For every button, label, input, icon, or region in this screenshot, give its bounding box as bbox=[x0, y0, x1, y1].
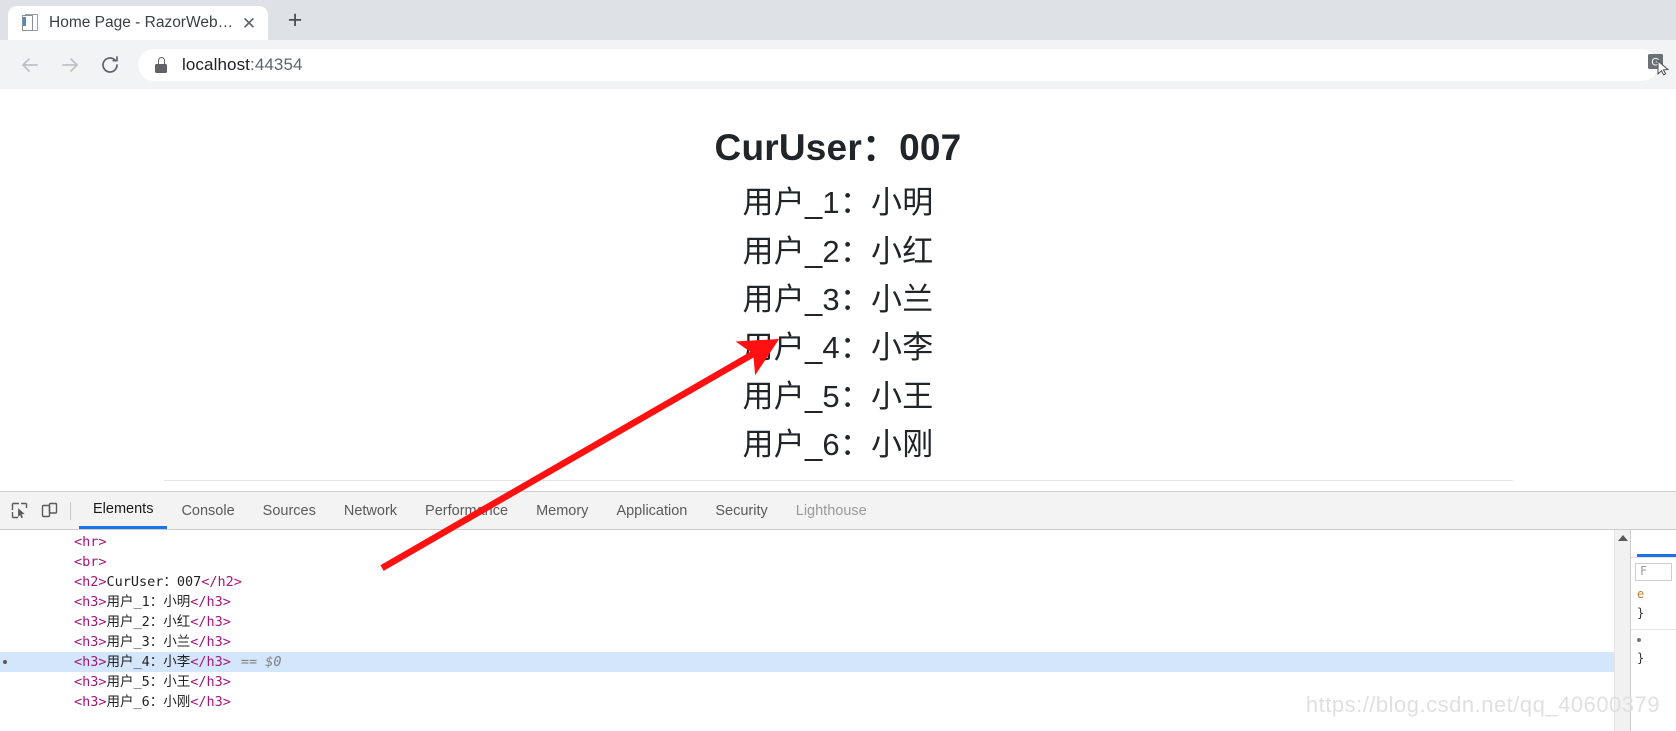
tab-security[interactable]: Security bbox=[701, 492, 781, 529]
browser-window: Home Page - RazorWebApp ✕ + localhost:44… bbox=[0, 0, 1676, 491]
dom-open-tag: <h3> bbox=[74, 594, 107, 610]
dom-close-tag: </h3> bbox=[190, 694, 231, 710]
watermark: https://blog.csdn.net/qq_40600379 bbox=[1305, 692, 1660, 717]
styles-line-4: } bbox=[1637, 651, 1645, 665]
dom-close-tag: </h3> bbox=[190, 654, 231, 670]
tab-console[interactable]: Console bbox=[167, 492, 248, 529]
dom-close-tag: </h3> bbox=[190, 634, 231, 650]
content-divider bbox=[163, 480, 1513, 482]
device-toolbar-icon[interactable] bbox=[34, 496, 64, 526]
user-line-3: 用户_3：小兰 bbox=[742, 281, 934, 317]
toolbar-divider bbox=[70, 501, 71, 520]
reload-icon[interactable] bbox=[90, 45, 130, 85]
dom-row[interactable]: <h3>用户_1：小明</h3> bbox=[0, 592, 1614, 612]
dom-row[interactable]: <h3>用户_3：小兰</h3> bbox=[0, 632, 1614, 652]
user-line-2: 用户_2：小红 bbox=[742, 233, 934, 269]
user-line-4: 用户_4：小李 bbox=[742, 330, 934, 366]
dom-text-node: 用户_5：小王 bbox=[106, 674, 191, 690]
url-port: :44354 bbox=[250, 54, 303, 74]
browser-tab[interactable]: Home Page - RazorWebApp ✕ bbox=[8, 6, 268, 40]
inspect-element-icon[interactable] bbox=[4, 496, 34, 526]
devtools-icon-group bbox=[0, 496, 79, 526]
tab-performance[interactable]: Performance bbox=[411, 492, 522, 529]
dom-open-tag: <h3> bbox=[74, 694, 107, 710]
styles-line-3 bbox=[1631, 630, 1676, 649]
translate-icon[interactable]: G bbox=[1646, 52, 1672, 76]
dom-row[interactable]: <hr> bbox=[0, 532, 1614, 552]
url-text: localhost:44354 bbox=[182, 55, 303, 75]
dom-row[interactable]: <h2>CurUser：007</h2> bbox=[0, 572, 1614, 592]
dom-open-tag: <h3> bbox=[74, 674, 107, 690]
tab-application[interactable]: Application bbox=[602, 492, 701, 529]
dom-text-node: CurUser：007 bbox=[106, 574, 202, 590]
page-favicon bbox=[22, 14, 39, 32]
user-line-6: 用户_6：小刚 bbox=[742, 427, 934, 463]
page-title: CurUser：007 bbox=[714, 127, 962, 168]
dom-close-tag: </h3> bbox=[190, 614, 231, 630]
dom-open-tag: <h3> bbox=[74, 634, 107, 650]
devtools-toolbar: Elements Console Sources Network Perform… bbox=[0, 492, 1676, 530]
styles-filter-input[interactable]: F bbox=[1635, 563, 1672, 581]
browser-toolbar: localhost:44354 G bbox=[0, 40, 1676, 89]
user-line-1: 用户_1：小明 bbox=[742, 185, 934, 221]
dom-open-tag: <h3> bbox=[74, 654, 107, 670]
tab-network[interactable]: Network bbox=[330, 492, 411, 529]
styles-line-2: } bbox=[1637, 606, 1645, 620]
dom-open-tag: <h3> bbox=[74, 614, 107, 630]
scroll-up-icon[interactable] bbox=[1618, 535, 1628, 541]
back-icon[interactable] bbox=[10, 45, 50, 85]
dom-close-tag: </h2> bbox=[201, 574, 242, 590]
tab-lighthouse[interactable]: Lighthouse bbox=[782, 492, 881, 529]
dom-open-tag: <hr> bbox=[74, 534, 107, 550]
tab-sources[interactable]: Sources bbox=[249, 492, 330, 529]
devtools-tablist: Elements Console Sources Network Perform… bbox=[79, 492, 1676, 529]
dom-close-tag: </h3> bbox=[190, 674, 231, 690]
dom-text-node: 用户_6：小刚 bbox=[106, 694, 191, 710]
url-host: localhost bbox=[182, 54, 250, 74]
dom-text-node: 用户_4：小李 bbox=[106, 654, 191, 670]
dom-row[interactable]: <br> bbox=[0, 552, 1614, 572]
page-content: CurUser：007 用户_1：小明 用户_2：小红 用户_3：小兰 用户_4… bbox=[163, 89, 1513, 482]
tab-strip: Home Page - RazorWebApp ✕ + bbox=[0, 0, 1676, 40]
dom-row[interactable]: <h3>用户_2：小红</h3> bbox=[0, 612, 1614, 632]
forward-icon[interactable] bbox=[50, 45, 90, 85]
dom-row[interactable]: <h3>用户_4：小李</h3> == $0 bbox=[0, 652, 1614, 672]
new-tab-button[interactable]: + bbox=[278, 3, 312, 37]
dom-text-node: 用户_1：小明 bbox=[106, 594, 191, 610]
styles-line-1: e bbox=[1637, 587, 1645, 601]
lock-icon bbox=[154, 56, 168, 73]
dom-text-node: 用户_2：小红 bbox=[106, 614, 191, 630]
dom-row[interactable]: <h3>用户_5：小王</h3> bbox=[0, 672, 1614, 692]
close-icon[interactable]: ✕ bbox=[236, 10, 262, 36]
tab-elements[interactable]: Elements bbox=[79, 492, 168, 529]
user-line-5: 用户_5：小王 bbox=[742, 378, 934, 414]
selected-row-marker bbox=[3, 660, 7, 664]
dom-open-tag: <br> bbox=[74, 554, 107, 570]
dom-open-tag: <h2> bbox=[74, 574, 107, 590]
styles-tabrow[interactable] bbox=[1631, 530, 1676, 558]
dom-text-node: 用户_3：小兰 bbox=[106, 634, 191, 650]
dom-console-ref: == $0 bbox=[240, 654, 282, 670]
page-viewport: CurUser：007 用户_1：小明 用户_2：小红 用户_3：小兰 用户_4… bbox=[0, 89, 1676, 491]
tab-memory[interactable]: Memory bbox=[522, 492, 602, 529]
tab-title: Home Page - RazorWebApp bbox=[49, 14, 236, 31]
address-bar[interactable]: localhost:44354 bbox=[138, 48, 1658, 81]
dom-close-tag: </h3> bbox=[190, 594, 231, 610]
